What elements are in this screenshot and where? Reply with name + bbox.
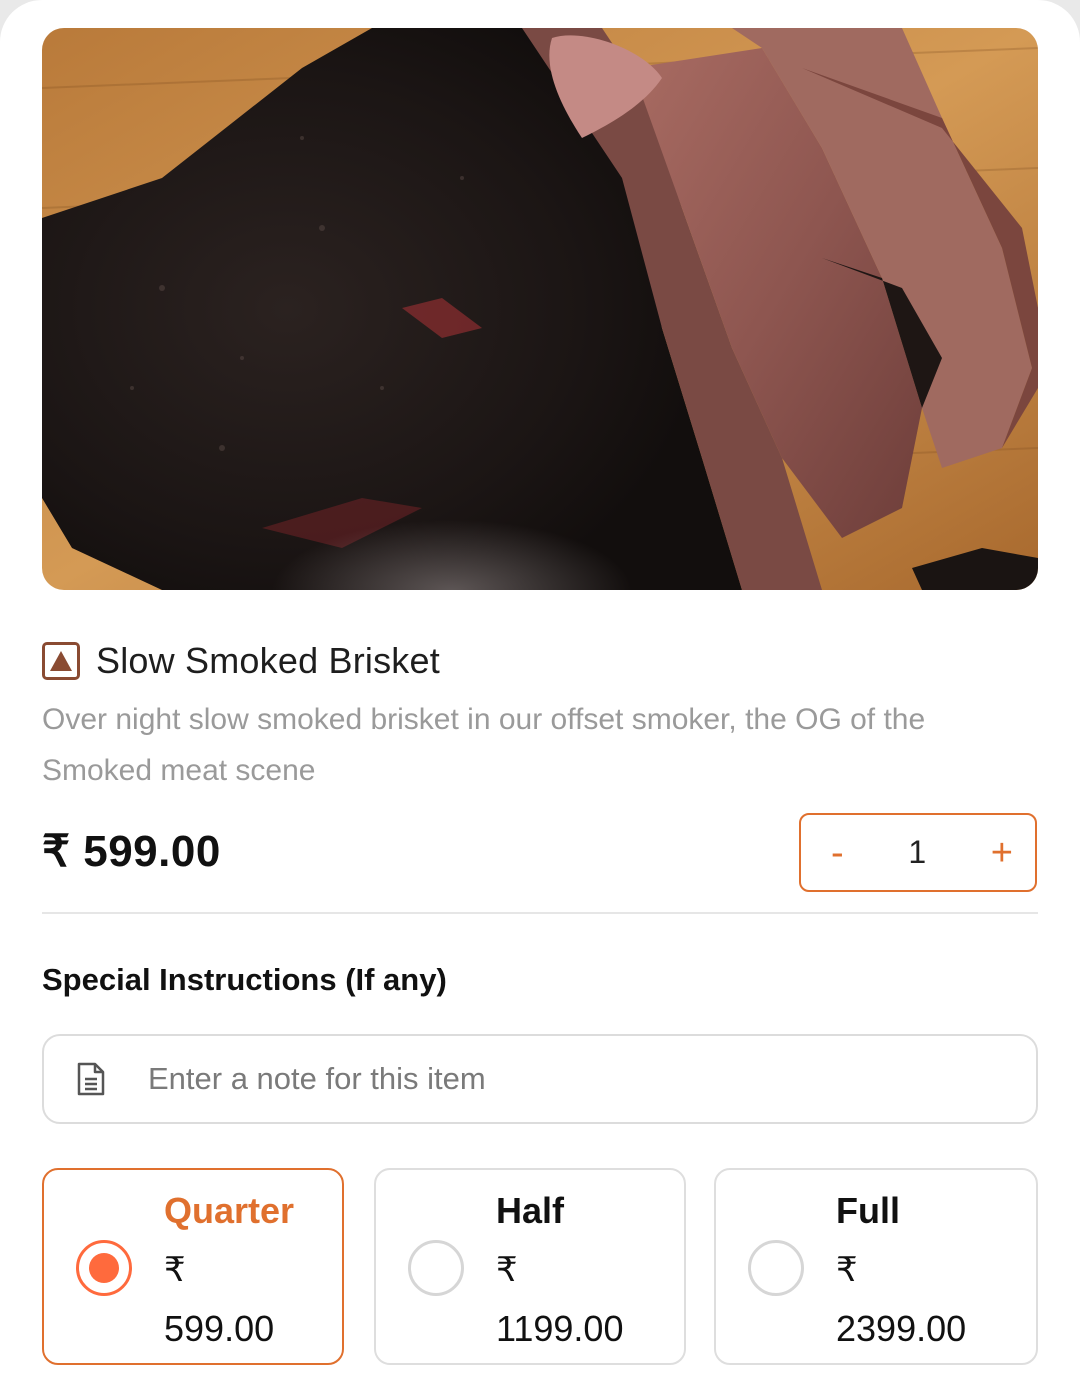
decrement-button[interactable]: - <box>831 834 844 872</box>
option-label: Full <box>836 1190 900 1231</box>
quantity-stepper: - 1 + <box>799 813 1037 892</box>
option-price: 2399.00 <box>836 1308 967 1349</box>
item-title-row: Slow Smoked Brisket <box>42 640 440 682</box>
option-price: 599.00 <box>164 1308 275 1349</box>
option-label: Quarter <box>164 1190 295 1231</box>
radio-button[interactable] <box>748 1240 804 1296</box>
note-field[interactable] <box>42 1034 1038 1124</box>
item-title: Slow Smoked Brisket <box>96 640 440 681</box>
option-currency: ₹ <box>836 1251 858 1289</box>
size-option-full[interactable]: Full ₹ 2399.00 <box>714 1168 1038 1365</box>
increment-button[interactable]: + <box>991 834 1013 872</box>
item-photo <box>42 28 1038 590</box>
radio-button-selected[interactable] <box>76 1240 132 1296</box>
radio-button[interactable] <box>408 1240 464 1296</box>
non-veg-triangle-icon <box>42 642 80 680</box>
option-currency: ₹ <box>164 1251 186 1289</box>
item-price: ₹ 599.00 <box>42 827 221 876</box>
item-description: Over night slow smoked brisket in our of… <box>42 703 926 787</box>
quantity-value: 1 <box>908 834 927 870</box>
size-option-half[interactable]: Half ₹ 1199.00 <box>374 1168 686 1365</box>
option-currency: ₹ <box>496 1251 518 1289</box>
item-detail-sheet: Slow Smoked Brisket Over night slow smok… <box>0 0 1080 1387</box>
option-price: 1199.00 <box>496 1308 624 1349</box>
special-instructions-title: Special Instructions (If any) <box>42 962 447 997</box>
option-label: Half <box>496 1190 565 1231</box>
note-input[interactable] <box>146 1060 910 1098</box>
document-note-icon <box>76 1062 106 1096</box>
divider <box>42 912 1038 914</box>
size-option-quarter[interactable]: Quarter ₹ 599.00 <box>42 1168 344 1365</box>
